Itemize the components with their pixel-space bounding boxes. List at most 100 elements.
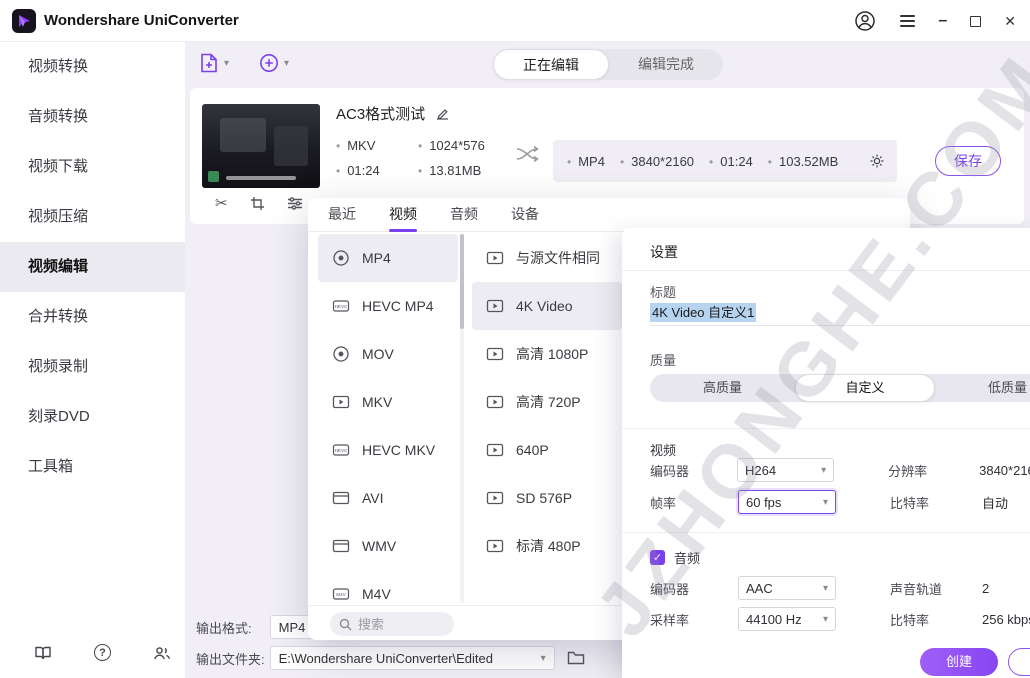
screen-play-icon <box>486 345 504 363</box>
sidebar-item-video-edit[interactable]: 视频编辑 <box>0 242 185 292</box>
quality-low-option[interactable]: 低质量 <box>935 374 1030 402</box>
sidebar-item-video-download[interactable]: 视频下载 <box>0 142 185 192</box>
samplerate-select[interactable]: 44100 Hz ▾ <box>738 607 836 631</box>
audio-bitrate-value: 256 kbps <box>982 611 1030 627</box>
format-item-avi[interactable]: AVI <box>318 474 458 522</box>
scrollbar-thumb[interactable] <box>460 234 464 329</box>
minimize-button[interactable]: – <box>938 12 947 30</box>
tab-audio[interactable]: 音频 <box>450 198 478 232</box>
sidebar-item-screen-record[interactable]: 视频录制 <box>0 342 185 392</box>
crop-icon[interactable] <box>250 196 265 211</box>
preset-name-input[interactable]: 4K Video 自定义1 <box>650 302 1030 326</box>
format-item-mov[interactable]: MOV <box>318 330 458 378</box>
resolution-item-720p[interactable]: 高清 720P <box>472 378 622 426</box>
format-item-hevc-mp4[interactable]: HEVC HEVC MP4 <box>318 282 458 330</box>
format-item-mp4[interactable]: MP4 <box>318 234 458 282</box>
clapper-icon <box>332 537 350 555</box>
settings-panel: 设置 标题 4K Video 自定义1 质量 高质量 自定义 低质量 视频 编码… <box>622 228 1030 678</box>
disc-format-icon <box>332 345 350 363</box>
resolution-item-4k[interactable]: 4K Video <box>472 282 622 330</box>
output-folder-select[interactable]: E:\Wondershare UniConverter\Edited ▾ <box>269 646 555 670</box>
target-resolution: 3840*2160 <box>620 154 694 169</box>
sidebar-item-audio-convert[interactable]: 音频转换 <box>0 92 185 142</box>
target-settings-summary: MP4 3840*2160 01:24 103.52MB <box>553 140 897 182</box>
channel-label: 声音轨道 <box>890 581 943 597</box>
thumbnail-subtitle <box>226 176 296 180</box>
resolution-list: 与源文件相同 4K Video 高清 1080P 高清 720P 640P SD… <box>472 234 622 570</box>
video-encoder-select[interactable]: H264 ▾ <box>737 458 835 482</box>
resolution-item-640p[interactable]: 640P <box>472 426 622 474</box>
format-item-wmv[interactable]: WMV <box>318 522 458 570</box>
app-logo-icon <box>12 9 36 33</box>
sidebar-item-video-compress[interactable]: 视频压缩 <box>0 192 185 242</box>
confirm-button-partial[interactable] <box>1008 648 1030 676</box>
audio-enabled-checkbox[interactable]: ✓ <box>650 550 665 565</box>
video-section-label: 视频 <box>650 443 677 458</box>
audio-encoder-label: 编码器 <box>650 581 690 597</box>
audio-encoder-select[interactable]: AAC ▾ <box>738 576 836 600</box>
format-list: MP4 HEVC HEVC MP4 MOV MKV HEVC HEVC MKV <box>318 234 458 605</box>
quality-high-option[interactable]: 高质量 <box>650 374 795 402</box>
chevron-down-icon: ▾ <box>224 57 230 69</box>
format-search <box>330 612 454 636</box>
gear-icon[interactable] <box>869 153 885 169</box>
rename-edit-icon[interactable] <box>435 106 450 121</box>
resolution-value: 3840*2160 <box>979 462 1030 478</box>
search-input[interactable] <box>358 616 442 632</box>
sidebar-item-merge-convert[interactable]: 合并转换 <box>0 292 185 342</box>
audio-section-label: 音频 <box>674 551 701 566</box>
tab-recent[interactable]: 最近 <box>328 198 356 232</box>
framerate-label: 帧率 <box>650 495 677 511</box>
disc-format-icon <box>332 249 350 267</box>
account-icon[interactable] <box>853 9 877 33</box>
tab-video[interactable]: 视频 <box>389 198 417 232</box>
help-icon[interactable]: ? <box>94 644 111 661</box>
tab-device[interactable]: 设备 <box>511 198 539 232</box>
search-icon <box>339 618 352 631</box>
tab-edit-done[interactable]: 编辑完成 <box>609 49 723 80</box>
format-item-m4v[interactable]: M4V M4V <box>318 570 458 605</box>
audio-bitrate-label: 比特率 <box>890 612 930 628</box>
resolution-item-sd-576p[interactable]: SD 576P <box>472 474 622 522</box>
resolution-item-480p[interactable]: 标清 480P <box>472 522 622 570</box>
channel-value: 2 <box>982 580 990 596</box>
samplerate-label: 采样率 <box>650 612 690 628</box>
selected-text: 4K Video 自定义1 <box>650 303 757 322</box>
screen-play-icon <box>486 489 504 507</box>
quality-custom-option[interactable]: 自定义 <box>795 374 935 402</box>
screen-play-icon <box>486 297 504 315</box>
video-thumbnail[interactable] <box>202 104 320 188</box>
trim-scissors-icon[interactable]: ✂ <box>215 194 228 212</box>
chevron-down-icon: ▾ <box>822 613 828 625</box>
community-icon[interactable] <box>153 644 171 662</box>
sidebar-item-toolbox[interactable]: 工具箱 <box>0 442 185 492</box>
add-media-button[interactable]: ▾ <box>258 52 289 74</box>
format-item-hevc-mkv[interactable]: HEVC HEVC MKV <box>318 426 458 474</box>
save-button[interactable]: 保存 <box>935 146 1001 176</box>
chevron-down-icon: ▾ <box>284 57 290 69</box>
guide-book-icon[interactable] <box>34 644 52 662</box>
sidebar-item-burn-dvd[interactable]: 刻录DVD <box>0 392 185 442</box>
maximize-button[interactable] <box>970 15 982 27</box>
open-folder-icon[interactable] <box>567 650 585 666</box>
add-file-button[interactable]: ▾ <box>198 52 229 74</box>
create-button[interactable]: 创建 <box>920 648 998 676</box>
sidebar-item-video-convert[interactable]: 视频转换 <box>0 42 185 92</box>
m4v-badge-icon: M4V <box>332 585 350 603</box>
target-size: 103.52MB <box>768 154 838 169</box>
convert-arrow-icon <box>515 144 539 164</box>
screen-play-icon <box>486 393 504 411</box>
thumbnail-logo <box>208 171 219 182</box>
app-window: Wondershare UniConverter – ✕ 视频转换 音频转换 视… <box>0 0 1030 678</box>
resolution-item-1080p[interactable]: 高清 1080P <box>472 330 622 378</box>
source-file-info: MKV 1024*576 01:24 13.81MB <box>336 138 485 178</box>
menu-icon[interactable] <box>900 15 916 27</box>
format-item-mkv[interactable]: MKV <box>318 378 458 426</box>
effect-sliders-icon[interactable] <box>287 196 303 211</box>
tab-editing[interactable]: 正在编辑 <box>493 49 609 80</box>
resolution-label: 分辨率 <box>888 463 928 479</box>
resolution-item-same-as-source[interactable]: 与源文件相同 <box>472 234 622 282</box>
close-button[interactable]: ✕ <box>1004 13 1016 30</box>
framerate-select[interactable]: 60 fps ▾ <box>738 490 836 514</box>
chevron-down-icon: ▾ <box>540 652 546 664</box>
